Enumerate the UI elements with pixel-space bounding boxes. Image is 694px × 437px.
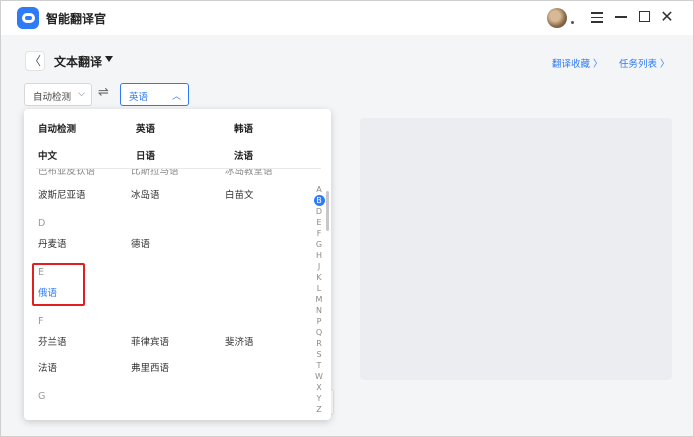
chevron-up-icon: ︿ xyxy=(171,92,181,102)
source-language-value: 自动检测 xyxy=(33,92,72,103)
close-icon[interactable]: ✕ xyxy=(659,9,675,25)
alpha-index-letter[interactable]: N xyxy=(312,305,326,316)
lang-option[interactable]: 斐济语 xyxy=(225,334,254,348)
avatar[interactable] xyxy=(547,8,567,28)
page-title[interactable]: 文本翻译 xyxy=(54,53,102,70)
lang-option[interactable]: 韩语 xyxy=(234,121,253,135)
lang-option[interactable]: 丹麦语 xyxy=(38,236,67,250)
caret-down-icon[interactable] xyxy=(105,56,113,62)
group-letter: E xyxy=(38,267,45,278)
group-letter: G xyxy=(38,391,46,402)
lang-option[interactable]: 法语 xyxy=(234,148,253,162)
lang-option[interactable]: 巴布亚皮钦语 xyxy=(38,169,95,177)
favorites-link[interactable]: 翻译收藏 〉 xyxy=(552,56,603,70)
language-dropdown: 自动检测 英语 韩语 中文 日语 法语 巴布亚皮钦语 比斯拉马语 冰岛教堂语 波… xyxy=(24,109,331,420)
scrollbar[interactable] xyxy=(326,191,329,231)
lang-option[interactable]: 自动检测 xyxy=(38,121,76,135)
app-window: 智能翻译官 ✕ 〈 文本翻译 翻译收藏 〉 任务列表 〉 自动检测 ⌵ ⇌ 英语… xyxy=(0,0,694,437)
lang-option[interactable]: 中文 xyxy=(38,148,57,162)
alpha-index-letter[interactable]: T xyxy=(312,360,326,371)
lang-option[interactable]: 日语 xyxy=(136,148,155,162)
target-language-value: 英语 xyxy=(129,92,149,103)
lang-option[interactable]: 法语 xyxy=(38,360,57,374)
translation-output-panel[interactable] xyxy=(360,118,672,380)
lang-option[interactable]: 冰岛语 xyxy=(131,187,160,201)
lang-option[interactable]: 白苗文 xyxy=(225,187,254,201)
alpha-index-letter-active[interactable]: B xyxy=(312,195,326,206)
alpha-index-letter[interactable]: Y xyxy=(312,393,326,404)
lang-option[interactable]: 冰岛教堂语 xyxy=(225,169,273,177)
task-list-link[interactable]: 任务列表 〉 xyxy=(619,56,670,70)
group-letter: D xyxy=(38,218,46,229)
alpha-index-letter[interactable]: Z xyxy=(312,404,326,415)
alpha-index-letter[interactable]: R xyxy=(312,338,326,349)
lang-option[interactable]: 英语 xyxy=(136,121,155,135)
alpha-index-letter[interactable]: Q xyxy=(312,327,326,338)
alpha-index-letter[interactable]: H xyxy=(312,250,326,261)
alpha-index-letter[interactable]: A xyxy=(312,184,326,195)
alpha-index-letter[interactable]: L xyxy=(312,283,326,294)
back-button[interactable]: 〈 xyxy=(25,51,45,71)
lang-option[interactable]: 比斯拉马语 xyxy=(131,169,179,177)
alpha-index-letter[interactable]: D xyxy=(312,206,326,217)
menu-icon[interactable] xyxy=(589,9,605,25)
account-menu-dot-icon[interactable] xyxy=(571,21,574,24)
lang-option[interactable]: 弗里西语 xyxy=(131,360,169,374)
title-bar: 智能翻译官 ✕ xyxy=(1,1,693,35)
group-letter: F xyxy=(38,316,44,327)
lang-option[interactable]: 德语 xyxy=(131,236,150,250)
alpha-index-letter[interactable]: K xyxy=(312,272,326,283)
lang-option[interactable]: 波斯尼亚语 xyxy=(38,187,86,201)
alphabet-index: A B D E F G H J K L M N P Q R S T W X Y … xyxy=(312,184,326,415)
alpha-index-letter[interactable]: W xyxy=(312,371,326,382)
alpha-index-letter[interactable]: F xyxy=(312,228,326,239)
alpha-index-letter[interactable]: E xyxy=(312,217,326,228)
app-title: 智能翻译官 xyxy=(46,12,107,26)
maximize-icon[interactable] xyxy=(636,9,652,25)
alpha-index-letter[interactable]: G xyxy=(312,239,326,250)
chevron-left-icon: 〈 xyxy=(28,54,41,68)
alpha-index-letter[interactable]: P xyxy=(312,316,326,327)
minimize-icon[interactable] xyxy=(613,9,629,25)
alpha-index-letter[interactable]: S xyxy=(312,349,326,360)
alpha-index-letter[interactable]: X xyxy=(312,382,326,393)
language-list[interactable]: 巴布亚皮钦语 比斯拉马语 冰岛教堂语 波斯尼亚语 冰岛语 白苗文 D 丹麦语 德… xyxy=(24,169,331,420)
chevron-down-icon: ⌵ xyxy=(78,89,85,99)
target-language-select[interactable]: 英语 ︿ xyxy=(120,83,189,106)
alpha-index-letter[interactable]: M xyxy=(312,294,326,305)
source-language-select[interactable]: 自动检测 ⌵ xyxy=(24,83,92,106)
lang-option[interactable]: 芬兰语 xyxy=(38,334,67,348)
lang-option[interactable]: 菲律宾语 xyxy=(131,334,169,348)
app-logo-icon xyxy=(17,7,39,29)
alpha-index-letter[interactable]: J xyxy=(312,261,326,272)
swap-languages-icon[interactable]: ⇌ xyxy=(98,85,109,100)
lang-option-selected[interactable]: 俄语 xyxy=(38,285,57,299)
